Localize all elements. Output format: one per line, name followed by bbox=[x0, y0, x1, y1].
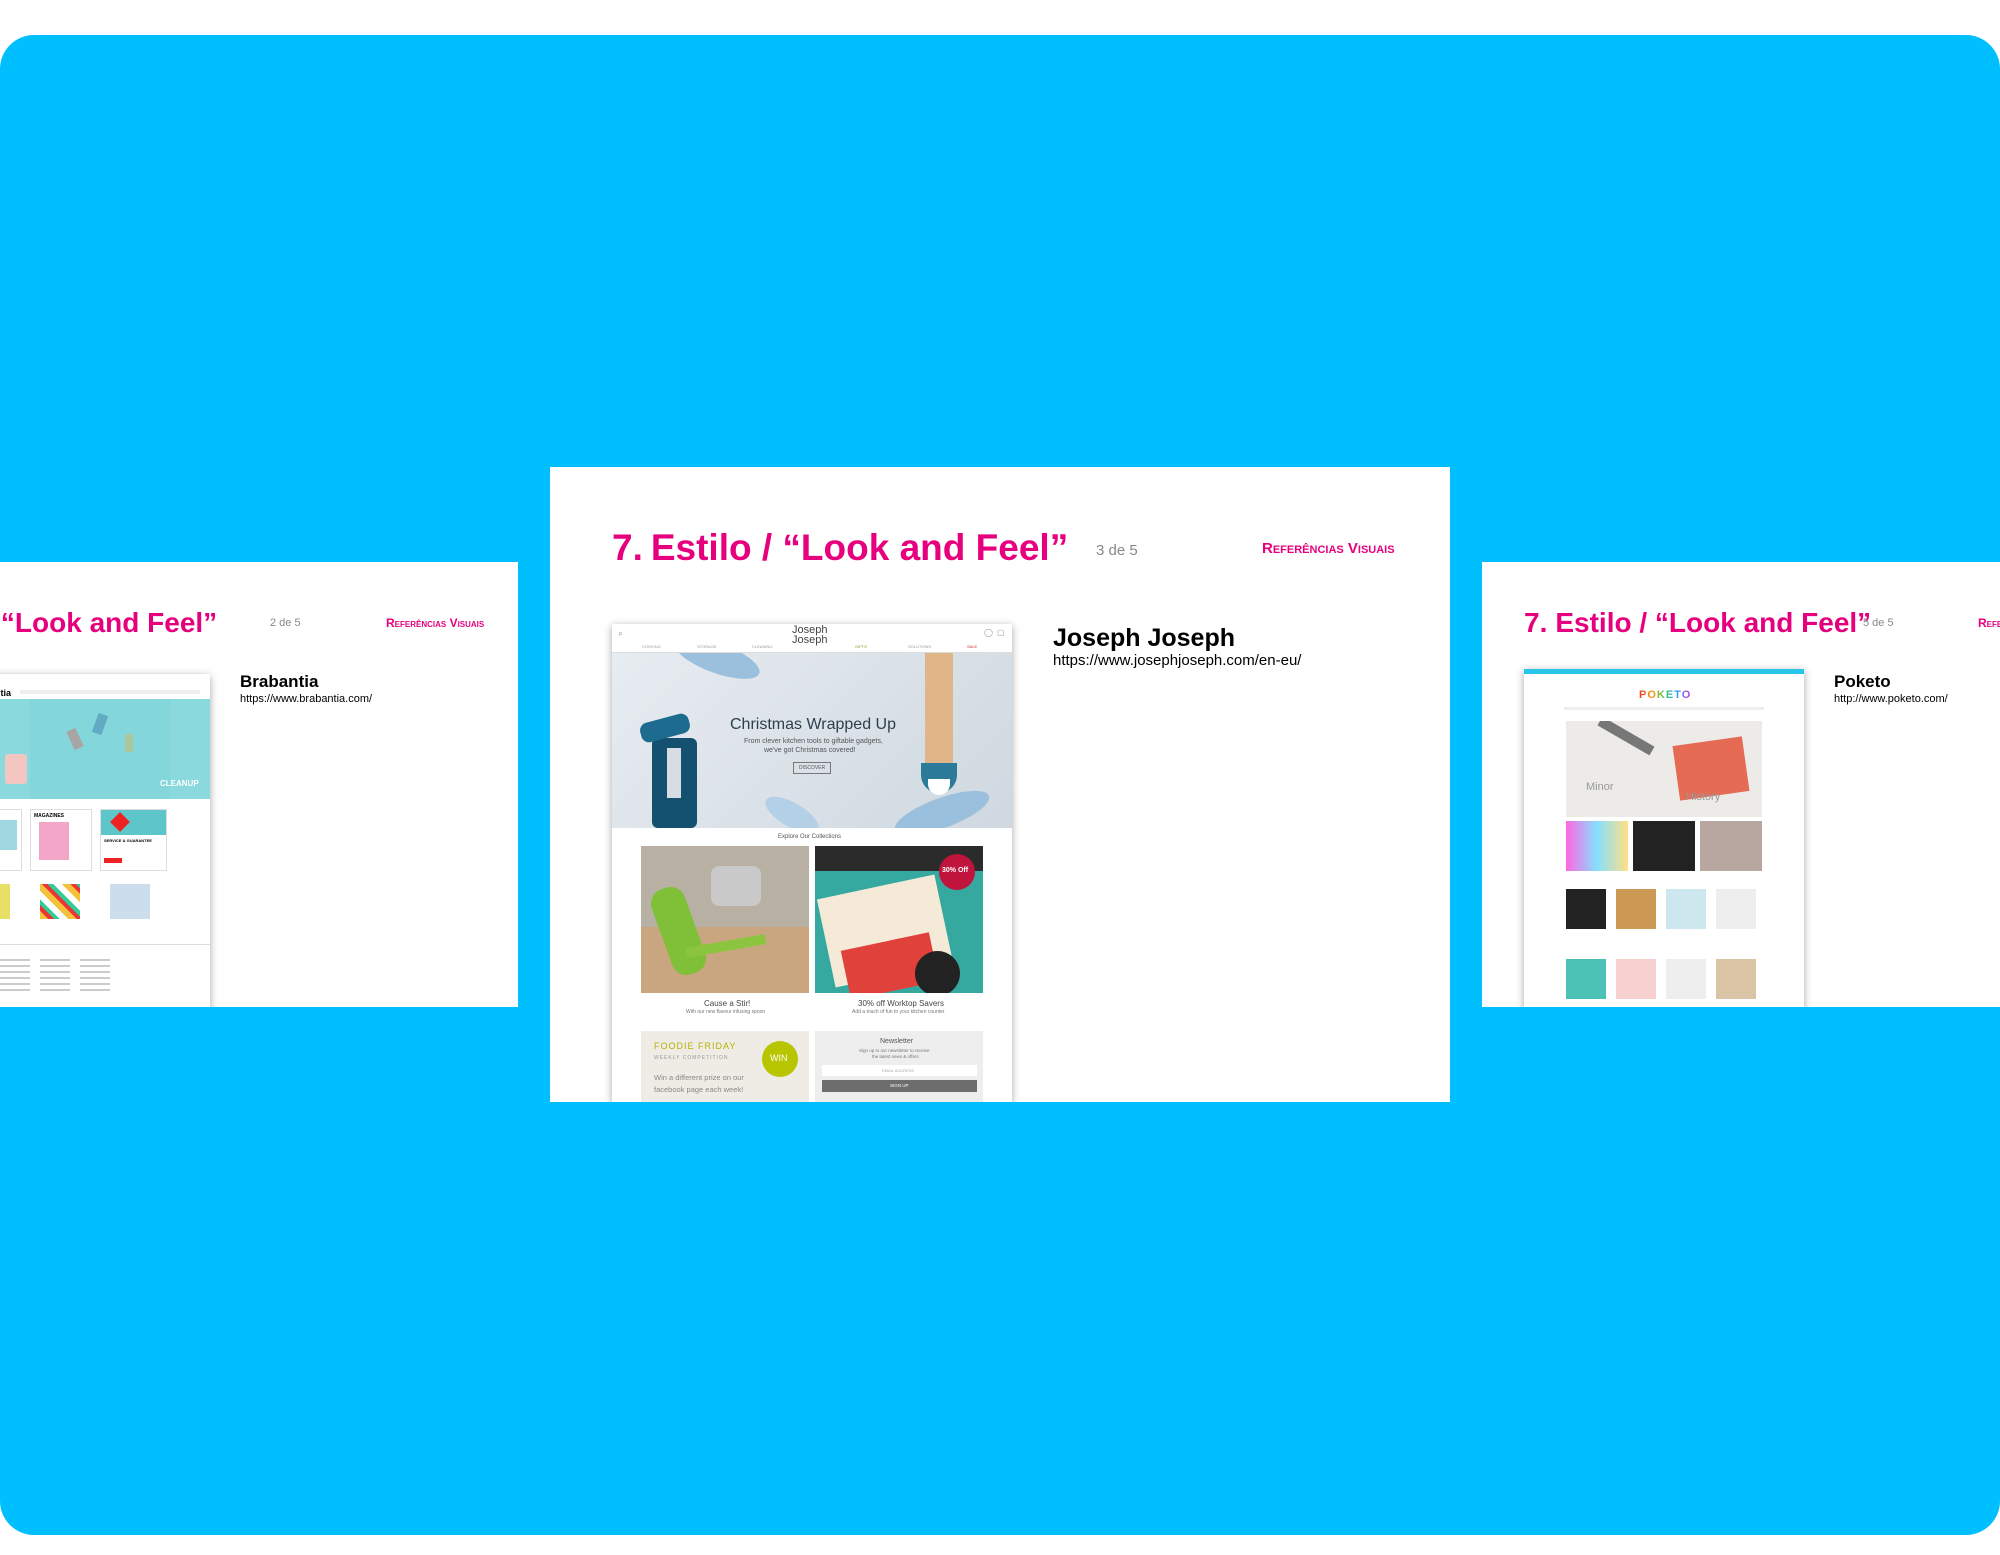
explore-heading: Explore Our Collections bbox=[778, 834, 842, 840]
poketo-logo: POKETO bbox=[1639, 689, 1692, 701]
section-label: Referências Visuais bbox=[386, 616, 485, 630]
collection-stir-title: Cause a Stir! bbox=[704, 999, 751, 1008]
collection-worktop-title: 30% off Worktop Savers bbox=[858, 999, 944, 1008]
slide-title: 7.Estilo / “Look and Feel” bbox=[0, 607, 218, 638]
nav-storage[interactable]: STORAGE bbox=[697, 644, 717, 649]
win-badge: WIN bbox=[762, 1041, 798, 1077]
hero-banner: CLEANUP bbox=[0, 699, 210, 799]
discover-button[interactable]: DISCOVER bbox=[793, 762, 832, 774]
cleanup-label: CLEANUP bbox=[160, 779, 199, 788]
search-icon: ⌕ bbox=[618, 628, 624, 638]
sale-badge: 30% Off bbox=[939, 854, 975, 890]
slide-brabantia[interactable]: 7.Estilo / “Look and Feel” 2 de 5 Referê… bbox=[0, 562, 518, 1007]
email-input[interactable]: EMAIL ADDRESS bbox=[822, 1065, 977, 1076]
section-label: Referências Visuais bbox=[1262, 540, 1395, 557]
joseph-joseph-screenshot: ⌕ Joseph Joseph ◯ ▢ COOKING STORAGE CLEAN… bbox=[612, 624, 1012, 1102]
collection-stir-text: With our new flavour infusing spoon bbox=[686, 1009, 766, 1015]
brabantia-logo: antia bbox=[0, 688, 12, 698]
collection-worktop[interactable]: 30% Off bbox=[815, 846, 983, 993]
collection-stir[interactable] bbox=[641, 846, 809, 993]
newsletter-panel: Newsletter Sign up to our newsletter to … bbox=[815, 1031, 983, 1102]
brand-name: Poketo bbox=[1834, 672, 1891, 691]
page-indicator: 3 de 5 bbox=[1096, 542, 1138, 559]
jj-hero: Christmas Wrapped Up From clever kitchen… bbox=[612, 653, 1012, 828]
service-card[interactable]: SERVICE & GUARANTEE bbox=[100, 809, 167, 871]
foodie-friday-panel[interactable]: FOODIE FRIDAY WEEKLY COMPETITION WIN Win… bbox=[641, 1031, 809, 1102]
poketo-screenshot: POKETO Minor History bbox=[1524, 669, 1804, 1007]
user-icon: ◯ bbox=[984, 628, 993, 637]
bag-icon: ▢ bbox=[997, 628, 1005, 637]
presentation-canvas: 7.Estilo / “Look and Feel” 2 de 5 Referê… bbox=[0, 35, 2000, 1535]
brand-url: https://www.josephjoseph.com/en-eu/ bbox=[1053, 652, 1302, 669]
nav-sale[interactable]: SALE bbox=[967, 644, 977, 649]
slide-joseph-joseph[interactable]: 7. Estilo / “Look and Feel” 3 de 5 Referê… bbox=[550, 467, 1450, 1102]
section-label: Referências Visuais bbox=[1978, 616, 2000, 630]
brand-name: Brabantia bbox=[240, 672, 319, 691]
nav-cleaning[interactable]: CLEANING bbox=[752, 644, 772, 649]
poketo-hero: Minor History bbox=[1566, 721, 1762, 817]
brand-name: Joseph Joseph bbox=[1053, 624, 1235, 652]
jj-header: ⌕ Joseph Joseph ◯ ▢ COOKING STORAGE CLEAN… bbox=[612, 624, 1012, 653]
brabantia-screenshot: antia CLEANUP MAGAZINES SERVICE & GUARAN… bbox=[0, 674, 210, 1007]
brand-url: https://www.brabantia.com/ bbox=[240, 693, 373, 705]
brand-url: http://www.poketo.com/ bbox=[1834, 693, 1948, 705]
page-indicator: 5 de 5 bbox=[1863, 617, 1894, 629]
slide-title: 7.Estilo / “Look and Feel” bbox=[612, 527, 1069, 568]
magazines-card[interactable]: MAGAZINES bbox=[30, 809, 92, 871]
slide-title: 7.Estilo / “Look and Feel” bbox=[1524, 607, 1872, 638]
nav-cooking[interactable]: COOKING bbox=[642, 644, 661, 649]
page-indicator: 2 de 5 bbox=[270, 617, 301, 629]
hero-text-1: From clever kitchen tools to giftable ga… bbox=[744, 738, 883, 745]
utensil-image bbox=[925, 653, 953, 773]
nav-gifts[interactable]: GIFTS bbox=[855, 644, 867, 649]
signup-button[interactable]: SIGN UP bbox=[822, 1080, 977, 1092]
slide-poketo[interactable]: 7.Estilo / “Look and Feel” 5 de 5 Referê… bbox=[1482, 562, 2000, 1007]
nav-solutions[interactable]: SOLUTIONS bbox=[908, 644, 931, 649]
collection-worktop-text: Add a touch of fun to your kitchen count… bbox=[852, 1009, 945, 1015]
hero-title: Christmas Wrapped Up bbox=[730, 716, 896, 733]
jj-logo: Joseph Joseph bbox=[792, 624, 828, 646]
hero-text-2: we've got Christmas covered! bbox=[764, 747, 856, 754]
